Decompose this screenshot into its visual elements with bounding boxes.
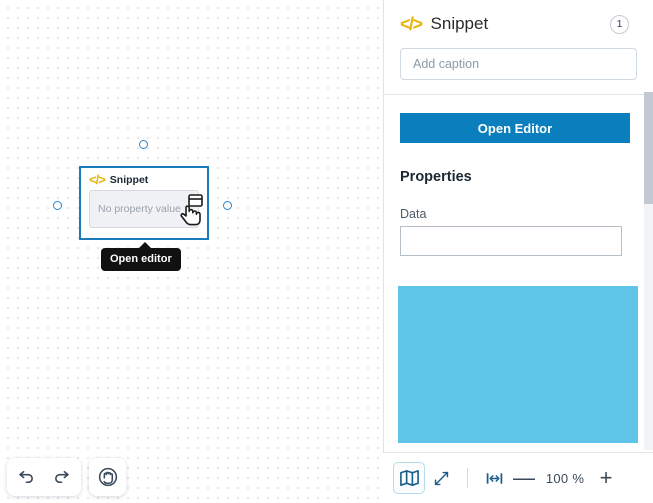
data-field-input[interactable] — [400, 226, 622, 256]
snippet-widget[interactable]: </> Snippet No property value — [79, 166, 209, 240]
panel-header: </> Snippet 1 — [384, 0, 653, 34]
caption-placeholder: Add caption — [413, 57, 480, 71]
status-badge: 1 — [610, 14, 629, 34]
redo-button[interactable] — [44, 458, 81, 496]
app-root: </> Snippet No property value Open edito… — [0, 0, 653, 503]
snippet-widget-body[interactable]: No property value — [89, 190, 203, 228]
code-snippet-icon: </> — [400, 14, 423, 34]
open-editor-tooltip: Open editor — [101, 242, 181, 271]
properties-section-title: Properties — [400, 169, 472, 185]
panel-divider — [384, 94, 653, 95]
design-canvas[interactable]: </> Snippet No property value Open edito… — [0, 0, 383, 503]
blue-highlight-overlay — [398, 286, 638, 443]
book-map-button[interactable] — [393, 462, 425, 494]
zoom-in-button[interactable]: + — [592, 467, 620, 489]
zoom-level-label: 100 % — [545, 470, 585, 486]
caption-input[interactable]: Add caption — [400, 48, 637, 80]
panel-bottom-toolbar: — 100 % + — [383, 452, 653, 503]
panel-scrollbar-thumb[interactable] — [644, 92, 653, 204]
redo-arrow-icon — [55, 470, 69, 483]
fit-width-button[interactable] — [478, 462, 510, 494]
open-editor-label: Open Editor — [477, 120, 553, 136]
snippet-widget-title: Snippet — [109, 173, 149, 186]
snippet-widget-header: </> Snippet — [81, 168, 207, 186]
code-snippet-icon: </> — [89, 172, 106, 187]
zoom-out-button[interactable]: — — [510, 467, 538, 489]
panel-body: Open Editor Properties Data — [384, 113, 653, 256]
data-field-label: Data — [400, 207, 427, 221]
pointing-hand-cursor-icon — [180, 194, 203, 226]
pan-tool-group — [89, 458, 126, 496]
open-editor-button[interactable]: Open Editor — [400, 113, 630, 143]
expand-diagonal-icon — [434, 471, 448, 485]
canvas-toolbar — [7, 458, 126, 496]
selection-handle-left[interactable] — [53, 201, 62, 210]
hand-pan-icon — [98, 467, 117, 487]
fit-width-icon — [486, 472, 502, 484]
toolbar-separator — [467, 468, 468, 488]
panel-title: Snippet — [430, 14, 489, 33]
undo-arrow-icon — [19, 470, 33, 483]
selection-handle-top[interactable] — [139, 140, 148, 149]
book-map-icon — [399, 469, 419, 486]
undo-button[interactable] — [7, 458, 44, 496]
snippet-widget-placeholder: No property value — [98, 203, 181, 215]
undo-redo-group — [7, 458, 81, 496]
selection-handle-right[interactable] — [223, 201, 232, 210]
expand-button[interactable] — [425, 462, 457, 494]
pan-tool-button[interactable] — [89, 458, 126, 496]
